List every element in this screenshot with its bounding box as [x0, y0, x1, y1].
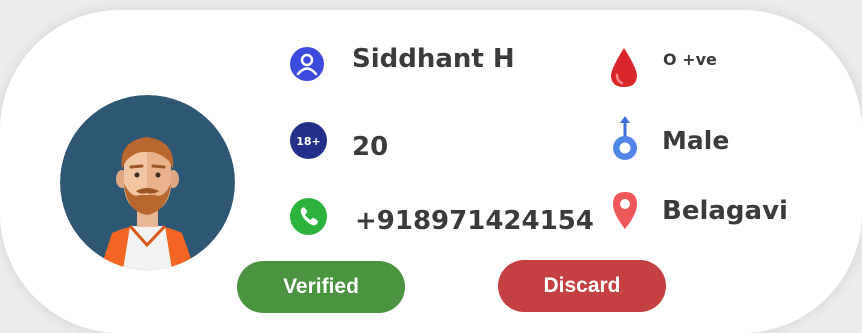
location-value: Belagavi	[662, 196, 788, 226]
blood-group-value: O +ve	[663, 50, 717, 69]
person-icon	[290, 47, 324, 81]
name-value: Siddhant H	[352, 44, 515, 74]
male-icon	[613, 116, 637, 160]
gender-value: Male	[662, 126, 730, 155]
blood-drop-icon	[611, 48, 637, 87]
verified-button[interactable]: Verified	[237, 261, 405, 313]
phone-value: +918971424154	[355, 206, 594, 236]
age-badge-icon: 18+	[290, 122, 327, 159]
profile-card: Siddhant H 18+ 20 +918971424154 O +ve Ma…	[0, 10, 862, 333]
svg-text:18+: 18+	[296, 135, 321, 148]
phone-icon	[290, 198, 327, 235]
age-value: 20	[352, 132, 389, 162]
avatar	[60, 95, 235, 270]
discard-button[interactable]: Discard	[498, 260, 666, 312]
location-pin-icon	[613, 192, 637, 229]
